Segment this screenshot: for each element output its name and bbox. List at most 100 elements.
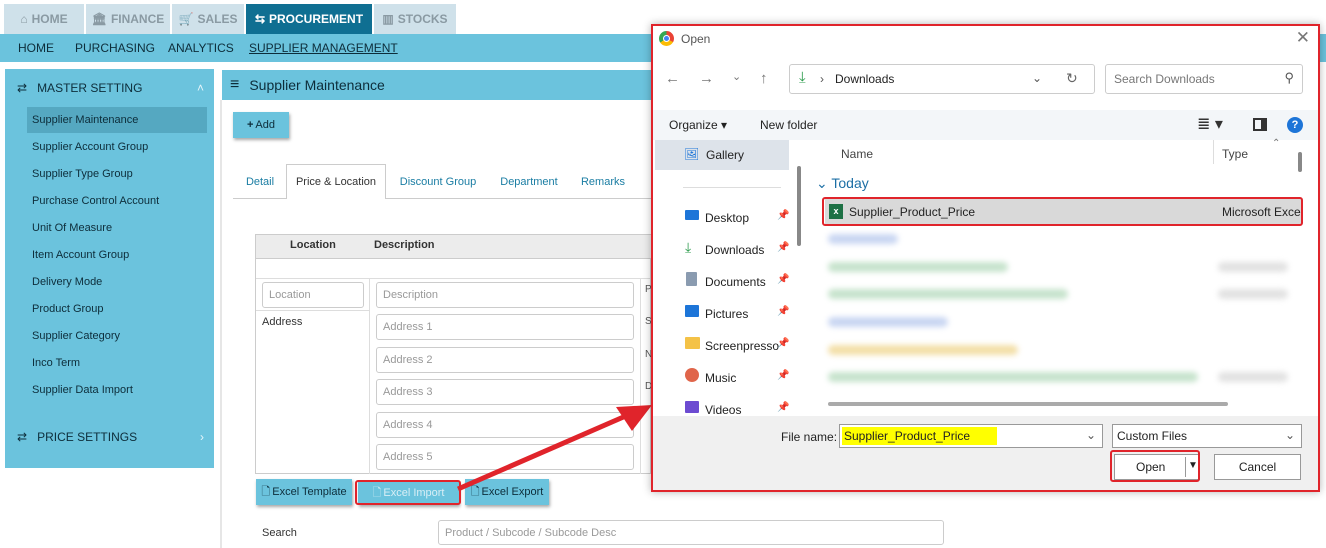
folder-icon [685, 337, 700, 349]
top-tab-procurement[interactable]: ⇆ PROCUREMENT [246, 4, 372, 34]
column-header-type[interactable]: Type [1222, 147, 1248, 161]
row-divider [256, 278, 650, 279]
pin-icon: 📌 [777, 274, 790, 285]
nav-item-desktop[interactable]: Desktop 📌 [653, 206, 793, 230]
blurred-item [828, 372, 1198, 382]
row-divider [256, 310, 369, 311]
navigation-pane: 🖼 Gallery Desktop 📌 ⤓ Downloads 📌 Docume… [653, 140, 803, 416]
swap-icon: ⇄ [17, 430, 28, 444]
sidebar-master-setting[interactable]: ⇄ MASTER SETTING ˄ [5, 70, 214, 106]
top-tab-sales[interactable]: 🛒 SALES [172, 4, 244, 34]
main-divider [220, 100, 222, 548]
procure-icon: ⇆ [254, 12, 266, 26]
subnav-home[interactable]: HOME [18, 41, 54, 55]
sidebar-item-inco-term[interactable]: Inco Term [27, 350, 207, 376]
address-2-input[interactable]: Address 2 [376, 347, 634, 373]
sidebar-item-supplier-category[interactable]: Supplier Category [27, 323, 207, 349]
pin-icon: 📌 [777, 370, 790, 381]
up-arrow-icon[interactable]: ↑ [760, 70, 768, 87]
search-label: Search [262, 527, 297, 539]
highlight-open-button [1110, 450, 1200, 482]
sidebar-item-purchase-control-account[interactable]: Purchase Control Account [27, 188, 207, 214]
tab-discount-group[interactable]: Discount Group [396, 164, 480, 199]
menu-icon[interactable]: ≡ [230, 76, 239, 94]
chart-icon: ▥ [382, 12, 394, 26]
blurred-item [828, 234, 898, 244]
nav-scrollbar[interactable] [797, 166, 801, 246]
tab-remarks[interactable]: Remarks [578, 164, 628, 199]
back-arrow-icon[interactable]: ← [665, 70, 680, 87]
subnav-purchasing[interactable]: PURCHASING [75, 41, 155, 55]
pictures-icon [685, 305, 699, 317]
chrome-icon [659, 31, 674, 46]
forward-arrow-icon[interactable]: → [699, 70, 714, 87]
nav-item-pictures[interactable]: Pictures 📌 [653, 302, 793, 326]
sidebar-price-settings[interactable]: ⇄ PRICE SETTINGS › [5, 419, 214, 455]
new-folder-button[interactable]: New folder [760, 118, 817, 132]
blurred-item [828, 289, 1068, 299]
sidebar-item-supplier-maintenance[interactable]: Supplier Maintenance [27, 107, 207, 133]
blurred-item [828, 317, 948, 327]
pin-icon: 📌 [777, 306, 790, 317]
sidebar-item-supplier-data-import[interactable]: Supplier Data Import [27, 377, 207, 403]
product-search-input[interactable]: Product / Subcode / Subcode Desc [438, 520, 944, 545]
top-tab-finance[interactable]: 🏛 FINANCE [86, 4, 170, 34]
pin-icon: 📌 [777, 210, 790, 221]
nav-item-videos[interactable]: Videos 📌 [653, 398, 793, 416]
chevron-down-icon[interactable]: ⌄ [732, 70, 741, 83]
nav-item-documents[interactable]: Documents 📌 [653, 270, 793, 294]
location-input[interactable]: Location [262, 282, 364, 308]
organize-button[interactable]: Organize ▾ [669, 118, 727, 132]
tab-department[interactable]: Department [496, 164, 562, 199]
subnav-supplier-management[interactable]: SUPPLIER MANAGEMENT [249, 41, 398, 55]
pin-icon: 📌 [777, 402, 790, 413]
document-icon: 🗋 [261, 485, 271, 498]
chevron-down-icon[interactable]: ⌄ [1086, 428, 1096, 442]
sidebar-item-unit-of-measure[interactable]: Unit Of Measure [27, 215, 207, 241]
path-bar[interactable]: ⤓ › Downloads ⌄ ↻ [789, 64, 1095, 94]
group-today[interactable]: ⌄ Today [816, 175, 869, 192]
sidebar-item-product-group[interactable]: Product Group [27, 296, 207, 322]
page-title: Supplier Maintenance [249, 77, 385, 93]
refresh-icon[interactable]: ↻ [1066, 70, 1078, 87]
file-type-select[interactable]: Custom Files ⌄ [1112, 424, 1302, 448]
cancel-button[interactable]: Cancel [1214, 454, 1301, 480]
preview-pane-icon[interactable] [1253, 118, 1267, 131]
help-icon[interactable]: ? [1287, 117, 1303, 133]
sidebar: ⇄ MASTER SETTING ˄ Supplier Maintenance … [5, 69, 214, 468]
subnav-analytics[interactable]: ANALYTICS [168, 41, 234, 55]
file-list-hscrollbar[interactable] [828, 402, 1228, 406]
music-icon [685, 368, 699, 382]
highlight-file-row [822, 197, 1303, 226]
column-header-name[interactable]: Name [841, 147, 873, 161]
sidebar-item-delivery-mode[interactable]: Delivery Mode [27, 269, 207, 295]
add-button[interactable]: + Add [233, 112, 289, 138]
sidebar-item-supplier-account-group[interactable]: Supplier Account Group [27, 134, 207, 160]
chevron-down-icon[interactable]: ⌄ [1032, 71, 1042, 85]
file-list-scrollbar[interactable] [1298, 152, 1302, 172]
chevron-right-icon: › [200, 430, 204, 444]
close-icon[interactable]: ✕ [1296, 28, 1310, 48]
top-tab-home[interactable]: ⌂ HOME [4, 4, 84, 34]
sidebar-item-item-account-group[interactable]: Item Account Group [27, 242, 207, 268]
excel-template-button[interactable]: 🗋 Excel Template [256, 479, 352, 505]
col-divider [369, 278, 370, 474]
address-1-input[interactable]: Address 1 [376, 314, 634, 340]
nav-item-gallery[interactable]: 🖼 Gallery [655, 140, 789, 170]
path-folder: Downloads [835, 72, 895, 86]
tab-price-location[interactable]: Price & Location [286, 164, 386, 199]
home-icon: ⌂ [20, 12, 28, 26]
videos-icon [685, 401, 699, 413]
file-name-input[interactable]: Supplier_Product_Price ⌄ [839, 424, 1103, 448]
nav-item-music[interactable]: Music 📌 [653, 366, 793, 390]
view-list-icon[interactable]: ≣ ▾ [1197, 114, 1223, 134]
blurred-item [1218, 372, 1288, 382]
top-tab-stocks[interactable]: ▥ STOCKS [374, 4, 456, 34]
tab-detail[interactable]: Detail [240, 164, 280, 199]
nav-item-downloads[interactable]: ⤓ Downloads 📌 [653, 238, 793, 262]
description-input[interactable]: Description [376, 282, 634, 308]
nav-item-screenpresso[interactable]: Screenpresso 📌 [653, 334, 793, 358]
red-arrow-annotation [457, 405, 652, 492]
sidebar-item-supplier-type-group[interactable]: Supplier Type Group [27, 161, 207, 187]
search-downloads-input[interactable]: Search Downloads ⚲ [1105, 64, 1303, 94]
